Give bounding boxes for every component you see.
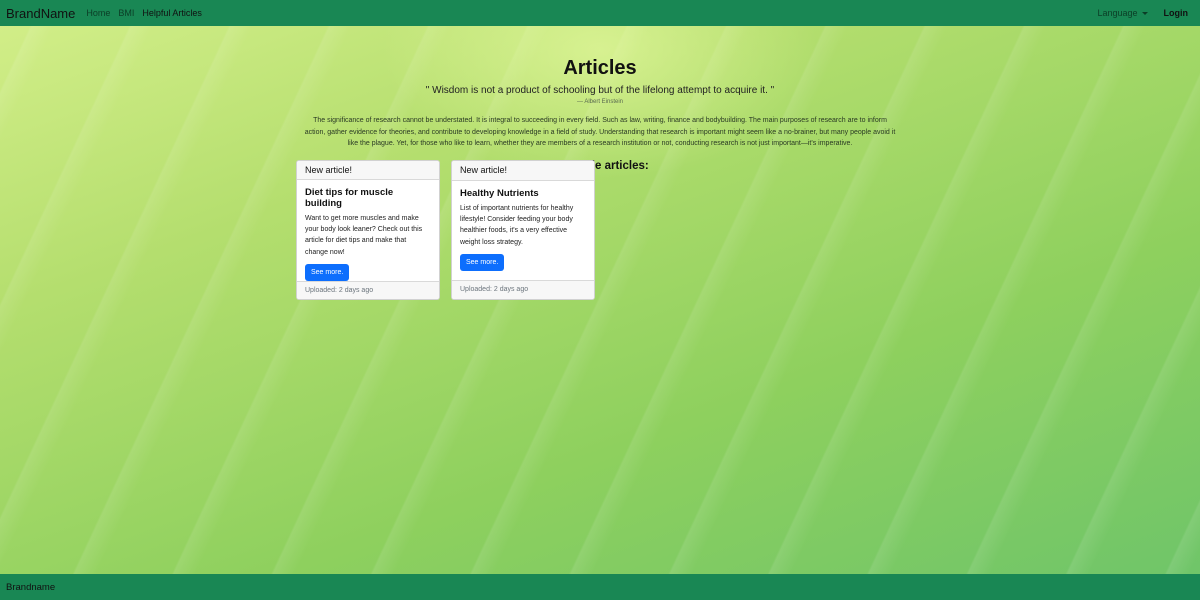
page-title: Articles bbox=[563, 57, 637, 79]
card-footer: Uploaded: 2 days ago bbox=[452, 280, 594, 299]
footer-brand: Brandname bbox=[6, 581, 56, 593]
card-text: Want to get more muscles and make your b… bbox=[305, 215, 423, 256]
language-dropdown[interactable]: Language bbox=[1097, 8, 1148, 18]
navbar-right: Language Login bbox=[1097, 8, 1194, 18]
bottom-footer: Brandname bbox=[0, 574, 1200, 600]
nav-link-bmi[interactable]: BMI bbox=[118, 8, 134, 18]
navbar-brand[interactable]: BrandName bbox=[6, 6, 75, 21]
card-header: New article! bbox=[297, 161, 439, 180]
main-content: Articles " Wisdom is not a product of sc… bbox=[0, 26, 1200, 172]
card-body: Healthy Nutrients List of important nutr… bbox=[452, 181, 594, 280]
card-header: New article! bbox=[452, 161, 594, 181]
article-card: New article! Healthy Nutrients List of i… bbox=[451, 160, 595, 300]
language-label: Language bbox=[1097, 8, 1138, 18]
card-text: List of important nutrients for healthy … bbox=[460, 205, 574, 246]
see-more-button[interactable]: See more. bbox=[460, 253, 505, 271]
caret-down-icon bbox=[1141, 11, 1148, 15]
card-body: Diet tips for muscle building Want to ge… bbox=[297, 180, 439, 281]
quote-text: " Wisdom is not a product of schooling b… bbox=[425, 85, 775, 96]
article-cards: New article! Diet tips for muscle buildi… bbox=[296, 160, 606, 300]
see-more-button[interactable]: See more. bbox=[305, 263, 350, 281]
nav-link-helpful-articles[interactable]: Helpful Articles bbox=[142, 8, 202, 18]
quote-author: — Albert Einstein bbox=[576, 99, 624, 105]
card-footer: Uploaded: 2 days ago bbox=[297, 280, 439, 299]
nav-link-home[interactable]: Home bbox=[86, 8, 110, 18]
card-title: Healthy Nutrients bbox=[460, 188, 539, 199]
card-title: Diet tips for muscle building bbox=[305, 187, 394, 209]
top-navbar: BrandName Home BMI Helpful Articles Lang… bbox=[0, 0, 1200, 26]
intro-paragraph: The significance of research cannot be u… bbox=[304, 117, 896, 147]
article-card: New article! Diet tips for muscle buildi… bbox=[296, 160, 440, 300]
login-link[interactable]: Login bbox=[1164, 8, 1189, 18]
